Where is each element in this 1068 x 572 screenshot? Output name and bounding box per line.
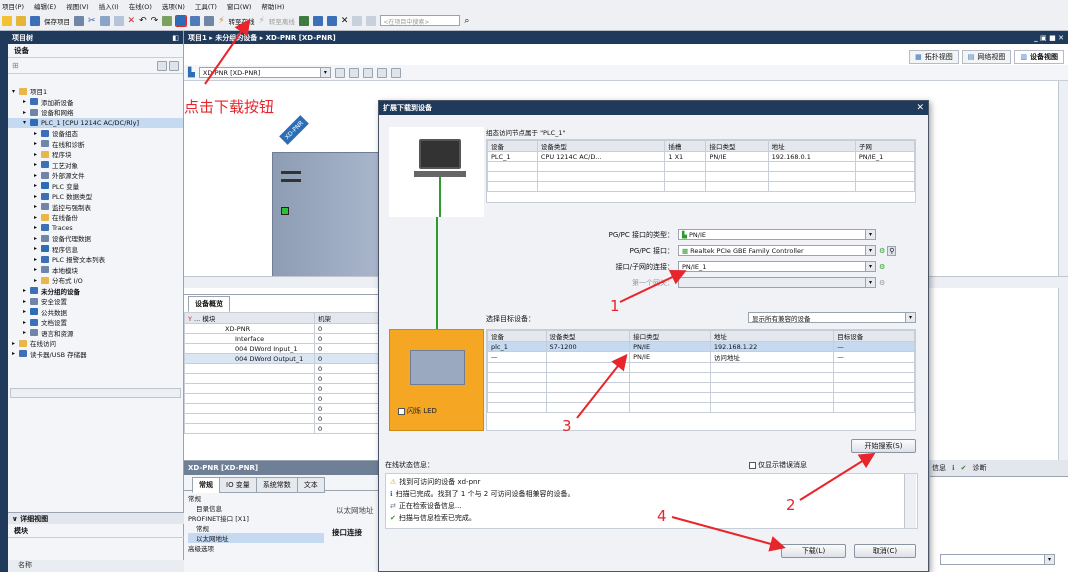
arrow-4: [671, 516, 786, 552]
arrow-to-download-icon: [204, 18, 251, 85]
annotation-number-1: 1: [610, 297, 620, 315]
annotation-number-2: 2: [786, 496, 796, 514]
annotation-number-4: 4: [657, 507, 667, 525]
arrow-2: [799, 452, 876, 501]
annotation-number-3: 3: [562, 417, 572, 435]
arrow-1: [619, 269, 687, 303]
annotation-layer: [204, 18, 876, 552]
arrow-3: [576, 353, 628, 419]
